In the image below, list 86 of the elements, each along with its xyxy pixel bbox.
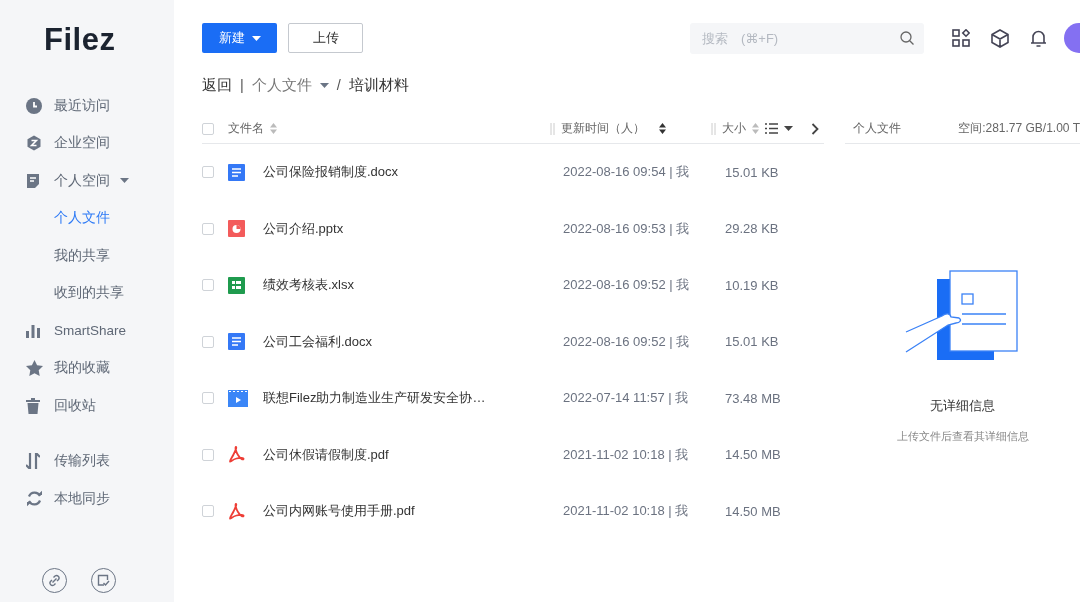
- breadcrumb-current: 培训材料: [348, 75, 409, 95]
- link-icon: [48, 574, 61, 587]
- updated-time: 2021-11-02 10:18 | 我: [563, 445, 690, 464]
- file-size: 73.48 MB: [725, 390, 782, 406]
- chevron-right-icon[interactable]: [811, 122, 819, 135]
- search-icon[interactable]: [900, 30, 914, 45]
- updated-time: 2022-07-14 11:57 | 我: [563, 389, 690, 408]
- upload-button[interactable]: 上传: [288, 23, 363, 53]
- sidebar-item[interactable]: SmartShare: [0, 312, 174, 350]
- row-checkbox[interactable]: [202, 335, 214, 348]
- column-header[interactable]: 大小: [722, 120, 746, 137]
- document-file-icon: [228, 163, 245, 181]
- sidebar-item[interactable]: 本地同步: [0, 480, 174, 518]
- column-resizer-icon[interactable]: [711, 122, 716, 135]
- row-checkbox[interactable]: [202, 448, 214, 461]
- row-checkbox[interactable]: [202, 166, 214, 179]
- bar-chart-icon: [26, 323, 40, 338]
- video-file-icon: [228, 389, 248, 407]
- file-name[interactable]: 公司工会福利.docx: [263, 332, 563, 351]
- file-size: 15.01 KB: [725, 334, 780, 350]
- hexagon-icon: [26, 135, 42, 152]
- list-view-icon[interactable]: [765, 123, 778, 134]
- sidebar-item[interactable]: 企业空间: [0, 124, 174, 162]
- row-checkbox[interactable]: [202, 279, 214, 292]
- file-name[interactable]: 公司保险报销制度.docx: [263, 163, 563, 182]
- updated-time: 2022-08-16 09:54 | 我: [563, 163, 691, 182]
- panel-title: 个人文件: [853, 120, 901, 137]
- file-size: 14.50 MB: [725, 503, 782, 519]
- star-icon: [26, 360, 43, 377]
- updated-time: 2022-08-16 09:52 | 我: [563, 332, 691, 351]
- trash-icon: [26, 397, 40, 414]
- file-name[interactable]: 公司内网账号使用手册.pdf: [263, 502, 563, 521]
- storage-space: 空间:281.77 GB/1.00 T: [958, 120, 1080, 137]
- spreadsheet-file-icon: [228, 276, 245, 294]
- apps-icon[interactable]: [952, 29, 970, 47]
- caret-down-icon: [319, 82, 329, 88]
- cube-icon[interactable]: [991, 28, 1009, 48]
- checklist-icon: [97, 574, 110, 587]
- breadcrumb-link[interactable]: 个人文件: [251, 75, 329, 95]
- column-header[interactable]: 更新时间（人）: [561, 120, 645, 137]
- new-button[interactable]: 新建: [202, 23, 277, 53]
- sidebar-item[interactable]: 最近访问: [0, 87, 174, 125]
- document-file-icon: [228, 333, 245, 351]
- row-checkbox[interactable]: [202, 505, 214, 518]
- sidebar-item[interactable]: 我的共享: [0, 237, 174, 275]
- column-header[interactable]: 文件名: [228, 120, 264, 137]
- sidebar-item[interactable]: 传输列表: [0, 442, 174, 480]
- sync-icon: [26, 490, 43, 508]
- row-checkbox[interactable]: [202, 222, 214, 235]
- breadcrumb-separator: /: [336, 77, 341, 93]
- sidebar-item[interactable]: 个人空间: [0, 162, 174, 200]
- presentation-file-icon: [228, 220, 245, 238]
- sidebar-item[interactable]: 回收站: [0, 387, 174, 425]
- pdf-file-icon: [228, 446, 245, 464]
- file-name[interactable]: 联想Filez助力制造业生产研发安全协…: [263, 389, 563, 408]
- caret-down-icon: [784, 126, 793, 131]
- bell-icon[interactable]: [1030, 28, 1047, 48]
- updated-time: 2022-08-16 09:52 | 我: [563, 276, 691, 295]
- file-size: 15.01 KB: [725, 164, 780, 180]
- file-name[interactable]: 绩效考核表.xlsx: [263, 276, 563, 295]
- column-resizer-icon[interactable]: [550, 122, 555, 135]
- clock-icon: [26, 97, 42, 114]
- file-size: 14.50 MB: [725, 447, 782, 463]
- file-size: 29.28 KB: [725, 221, 780, 237]
- updated-time: 2021-11-02 10:18 | 我: [563, 502, 690, 521]
- sidebar-item[interactable]: 个人文件: [0, 199, 174, 237]
- row-checkbox[interactable]: [202, 392, 214, 405]
- empty-title: 无详细信息: [930, 397, 995, 415]
- file-size: 10.19 KB: [725, 277, 780, 293]
- document-icon: [26, 172, 40, 189]
- file-name[interactable]: 公司休假请假制度.pdf: [263, 445, 563, 464]
- breadcrumb-separator: |: [240, 77, 244, 93]
- transfer-icon: [26, 453, 40, 470]
- sort-icon[interactable]: [659, 123, 666, 134]
- caret-down-icon: [251, 35, 261, 41]
- caret-down-icon: [120, 178, 129, 184]
- pdf-file-icon: [228, 502, 245, 520]
- sidebar-item[interactable]: 我的收藏: [0, 349, 174, 387]
- file-name[interactable]: 公司介绍.pptx: [263, 219, 563, 238]
- sidebar-item[interactable]: 收到的共享: [0, 274, 174, 312]
- search-field[interactable]: 搜索 (⌘+F): [690, 22, 924, 54]
- select-all-checkbox[interactable]: [202, 122, 214, 135]
- updated-time: 2022-08-16 09:53 | 我: [563, 219, 691, 238]
- empty-hint: 上传文件后查看其详细信息: [896, 429, 1029, 444]
- logo: Filez: [44, 22, 117, 58]
- back-link[interactable]: 返回: [202, 75, 232, 95]
